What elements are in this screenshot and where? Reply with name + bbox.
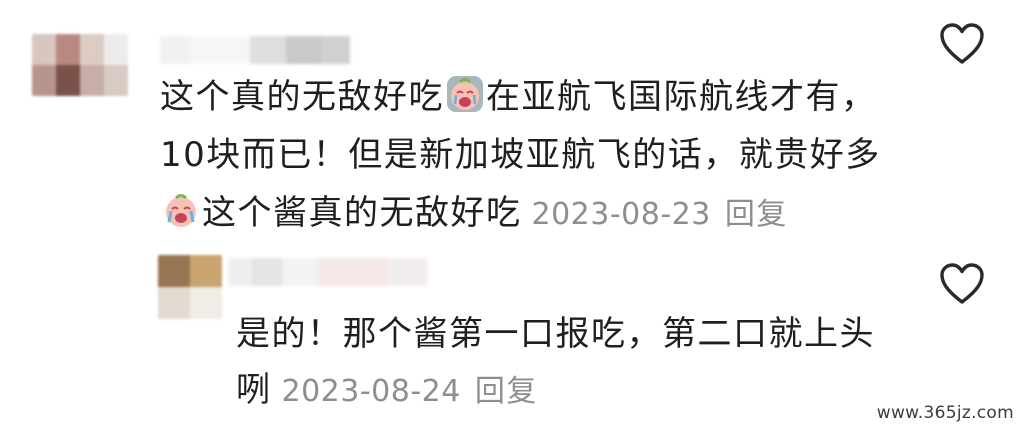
reply-button[interactable]: 回复 — [475, 374, 538, 409]
username-blur-block — [318, 258, 388, 286]
heart-outline-icon[interactable] — [938, 262, 986, 306]
username-blur-block — [190, 36, 250, 64]
avatar-pixel — [32, 65, 56, 96]
avatar-pixel — [80, 34, 104, 65]
username-blur-block — [322, 36, 350, 64]
comment-text-segment: 这个真的无敌好吃 — [160, 77, 444, 117]
commenter-username-blurred[interactable] — [160, 36, 350, 64]
username-blur-block — [286, 36, 322, 64]
comment-line-3: 这个酱真的无敌好吃 2023-08-23 回复 — [160, 184, 881, 242]
avatar-pixel — [56, 65, 80, 96]
avatar-pixel — [104, 34, 128, 65]
avatar-pixel — [158, 287, 190, 319]
avatar-pixel — [104, 65, 128, 96]
comment-date: 2023-08-23 — [531, 197, 711, 232]
username-blur-block — [250, 36, 286, 64]
avatar-pixel — [190, 255, 222, 287]
avatar-pixel — [80, 65, 104, 96]
commenter-avatar[interactable] — [32, 34, 128, 96]
replier-username-blurred[interactable] — [228, 258, 428, 286]
avatar-pixel — [190, 287, 222, 319]
reply-line-2: 咧 2023-08-24 回复 — [236, 362, 875, 418]
reply-button[interactable]: 回复 — [725, 197, 788, 232]
reply-date: 2023-08-24 — [281, 374, 461, 409]
heart-outline-icon[interactable] — [938, 22, 986, 66]
comment-text-segment: 在亚航飞国际航线才有， — [486, 77, 877, 117]
username-blur-block — [282, 258, 318, 286]
avatar-pixel — [56, 34, 80, 65]
comment-body: 这个真的无敌好吃 在亚航飞国际航线才有， 10块而已！但是新加坡亚航飞的话，就贵… — [160, 68, 881, 242]
avatar-pixel — [32, 34, 56, 65]
crying-face-emoji-icon — [166, 194, 196, 227]
site-watermark: www.365jz.com — [876, 403, 1014, 423]
reply-body: 是的！那个酱第一口报吃，第二口就上头 咧 2023-08-24 回复 — [236, 306, 875, 418]
avatar-pixel — [158, 255, 190, 287]
reply-line-1: 是的！那个酱第一口报吃，第二口就上头 — [236, 306, 875, 362]
comment-text-segment: 这个酱真的无敌好吃 — [202, 193, 522, 233]
username-blur-block — [228, 258, 252, 286]
username-blur-block — [388, 258, 428, 286]
reply-text-segment: 咧 — [236, 370, 272, 410]
username-blur-block — [160, 36, 190, 64]
replier-avatar[interactable] — [158, 255, 222, 319]
username-blur-block — [252, 258, 282, 286]
reply-text-segment: 是的！那个酱第一口报吃，第二口就上头 — [236, 314, 875, 354]
comment-line-1: 这个真的无敌好吃 在亚航飞国际航线才有， — [160, 68, 881, 126]
crying-face-emoji-icon — [447, 76, 483, 112]
comment-line-2: 10块而已！但是新加坡亚航飞的话，就贵好多 — [160, 126, 881, 184]
comment-text-segment: 10块而已！但是新加坡亚航飞的话，就贵好多 — [160, 135, 881, 175]
